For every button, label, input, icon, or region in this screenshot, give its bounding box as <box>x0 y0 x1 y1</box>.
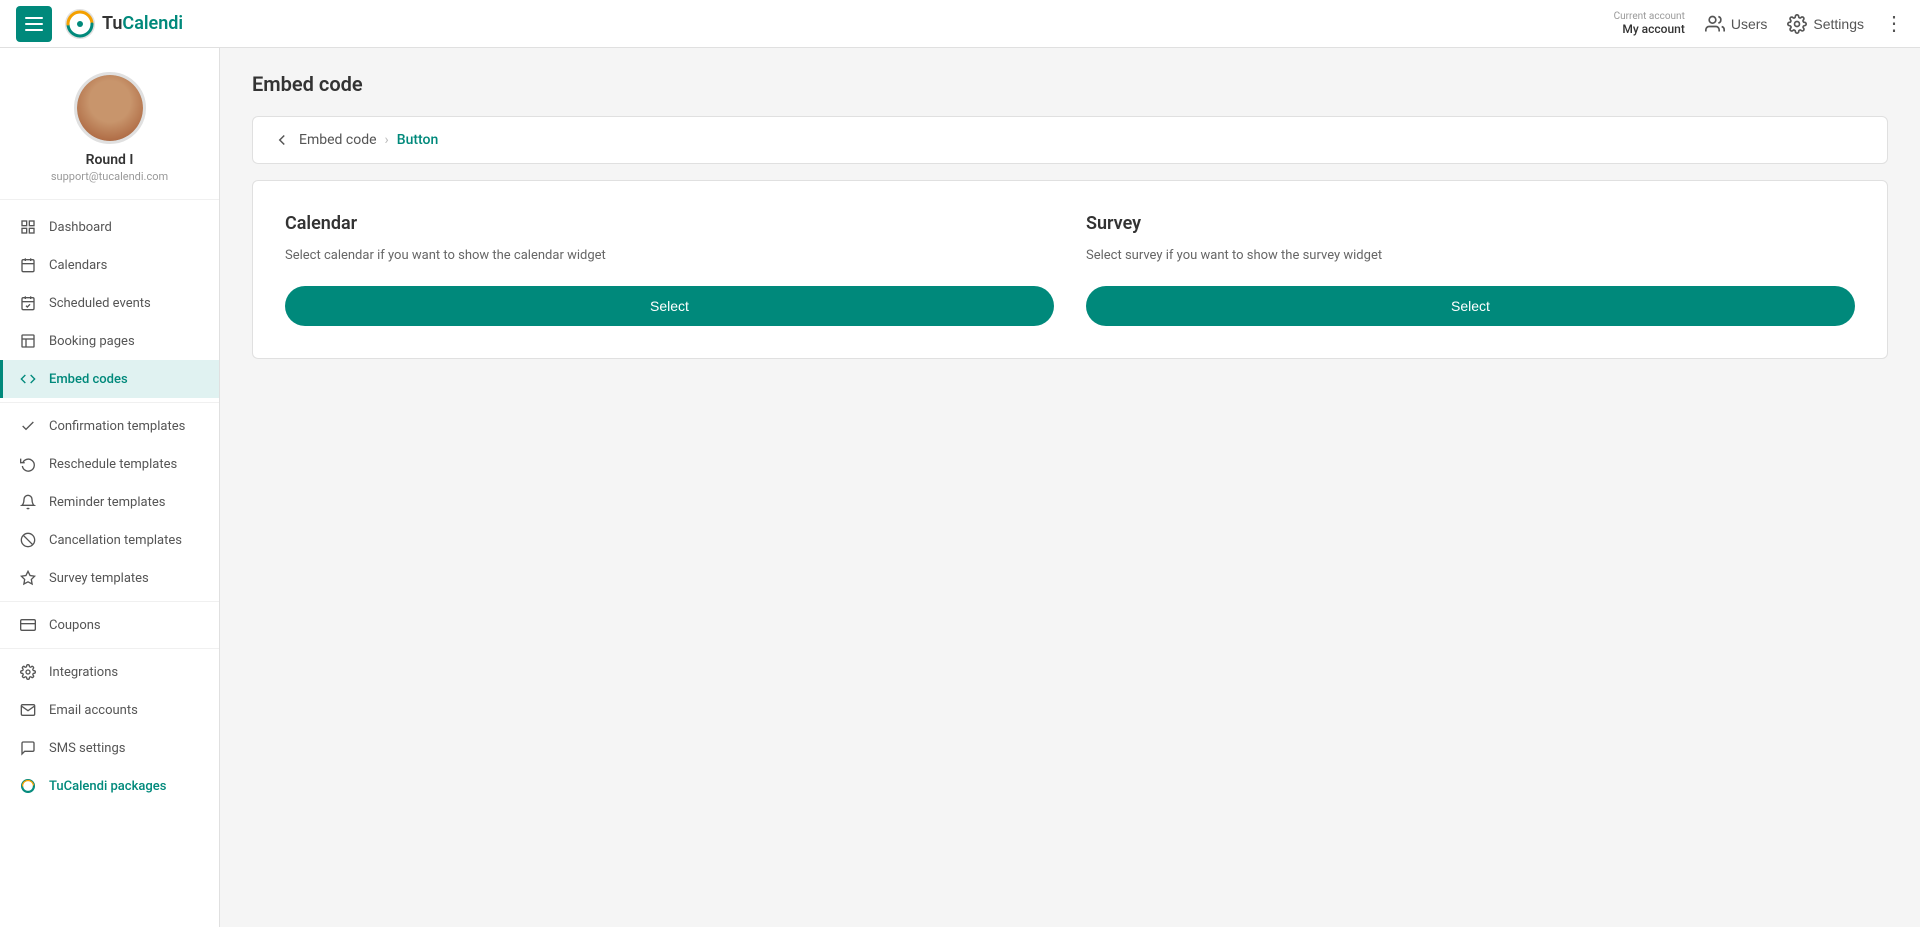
topbar-right: Current account My account Users Setting… <box>1614 11 1904 36</box>
profile-email: support@tucalendi.com <box>51 170 168 183</box>
sidebar-item-label: Reschedule templates <box>49 457 177 472</box>
users-icon <box>1705 14 1725 34</box>
survey-icon <box>19 569 37 587</box>
sidebar-item-confirmation-templates[interactable]: Confirmation templates <box>0 407 219 445</box>
sidebar-item-label: Booking pages <box>49 334 135 349</box>
confirmation-icon <box>19 417 37 435</box>
dashboard-icon <box>19 218 37 236</box>
cancellation-icon <box>19 531 37 549</box>
sidebar-item-dashboard[interactable]: Dashboard <box>0 208 219 246</box>
app-body: Round I support@tucalendi.com Dashboard … <box>0 48 1920 927</box>
sidebar-item-label: Email accounts <box>49 703 138 718</box>
back-chevron-icon <box>273 131 291 149</box>
topbar: TuCalendi Current account My account Use… <box>0 0 1920 48</box>
sidebar-item-cancellation-templates[interactable]: Cancellation templates <box>0 521 219 559</box>
survey-select-button[interactable]: Select <box>1086 286 1855 326</box>
account-label: Current account <box>1614 11 1685 22</box>
sidebar-item-sms-settings[interactable]: SMS settings <box>0 729 219 767</box>
settings-button[interactable]: Settings <box>1787 14 1864 34</box>
breadcrumb-back-button[interactable] <box>273 131 291 149</box>
breadcrumb-separator: › <box>385 132 389 148</box>
logo-area: TuCalendi <box>64 8 183 40</box>
settings-icon <box>1787 14 1807 34</box>
reminder-icon <box>19 493 37 511</box>
calendar-card: Calendar Select calendar if you want to … <box>285 213 1054 326</box>
settings-label: Settings <box>1813 16 1864 32</box>
sidebar-item-coupons[interactable]: Coupons <box>0 606 219 644</box>
sidebar-item-label: TuCalendi packages <box>49 779 166 794</box>
sidebar: Round I support@tucalendi.com Dashboard … <box>0 48 220 927</box>
survey-card: Survey Select survey if you want to show… <box>1086 213 1855 326</box>
sms-icon <box>19 739 37 757</box>
avatar-image <box>77 75 143 141</box>
topbar-left: TuCalendi <box>16 6 183 42</box>
coupons-icon <box>19 616 37 634</box>
avatar <box>74 72 146 144</box>
hamburger-button[interactable] <box>16 6 52 42</box>
survey-card-title: Survey <box>1086 213 1855 234</box>
more-button[interactable]: ⋮ <box>1884 14 1904 34</box>
nav-divider <box>0 402 219 403</box>
main-content: Embed code Embed code › Button Calendar … <box>220 48 1920 927</box>
sidebar-item-label: Calendars <box>49 258 107 273</box>
users-button[interactable]: Users <box>1705 14 1768 34</box>
email-icon <box>19 701 37 719</box>
sidebar-item-scheduled-events[interactable]: Scheduled events <box>0 284 219 322</box>
calendar-select-button[interactable]: Select <box>285 286 1054 326</box>
sidebar-item-label: SMS settings <box>49 741 125 756</box>
sidebar-item-reschedule-templates[interactable]: Reschedule templates <box>0 445 219 483</box>
cards-container: Calendar Select calendar if you want to … <box>252 180 1888 359</box>
sidebar-item-label: Embed codes <box>49 372 128 387</box>
account-info: Current account My account <box>1614 11 1685 36</box>
page-title: Embed code <box>252 72 1888 96</box>
sidebar-item-label: Survey templates <box>49 571 149 586</box>
profile-name: Round I <box>86 152 134 168</box>
sidebar-item-label: Scheduled events <box>49 296 151 311</box>
sidebar-item-label: Coupons <box>49 618 101 633</box>
sidebar-profile: Round I support@tucalendi.com <box>0 48 219 200</box>
sidebar-item-email-accounts[interactable]: Email accounts <box>0 691 219 729</box>
sidebar-item-tucalendi-packages[interactable]: TuCalendi packages <box>0 767 219 805</box>
tucalendi-packages-icon <box>19 777 37 795</box>
sidebar-item-booking-pages[interactable]: Booking pages <box>0 322 219 360</box>
reschedule-icon <box>19 455 37 473</box>
logo-text: TuCalendi <box>102 13 183 34</box>
sidebar-item-calendars[interactable]: Calendars <box>0 246 219 284</box>
calendars-icon <box>19 256 37 274</box>
breadcrumb-bar: Embed code › Button <box>252 116 1888 164</box>
calendar-card-description: Select calendar if you want to show the … <box>285 246 1054 266</box>
calendar-card-title: Calendar <box>285 213 1054 234</box>
breadcrumb-current: Button <box>397 132 439 148</box>
logo-icon <box>64 8 96 40</box>
breadcrumb-parent: Embed code <box>299 132 377 148</box>
sidebar-item-integrations[interactable]: Integrations <box>0 653 219 691</box>
booking-pages-icon <box>19 332 37 350</box>
sidebar-item-label: Dashboard <box>49 220 112 235</box>
users-label: Users <box>1731 16 1768 32</box>
sidebar-item-label: Cancellation templates <box>49 533 182 548</box>
sidebar-item-reminder-templates[interactable]: Reminder templates <box>0 483 219 521</box>
sidebar-item-label: Integrations <box>49 665 118 680</box>
account-name: My account <box>1614 22 1685 36</box>
sidebar-nav: Dashboard Calendars Scheduled events Boo… <box>0 200 219 813</box>
sidebar-item-embed-codes[interactable]: Embed codes <box>0 360 219 398</box>
survey-card-description: Select survey if you want to show the su… <box>1086 246 1855 266</box>
nav-divider-3 <box>0 648 219 649</box>
scheduled-events-icon <box>19 294 37 312</box>
embed-codes-icon <box>19 370 37 388</box>
sidebar-item-label: Reminder templates <box>49 495 165 510</box>
integrations-icon <box>19 663 37 681</box>
nav-divider-2 <box>0 601 219 602</box>
sidebar-item-survey-templates[interactable]: Survey templates <box>0 559 219 597</box>
sidebar-item-label: Confirmation templates <box>49 419 185 434</box>
